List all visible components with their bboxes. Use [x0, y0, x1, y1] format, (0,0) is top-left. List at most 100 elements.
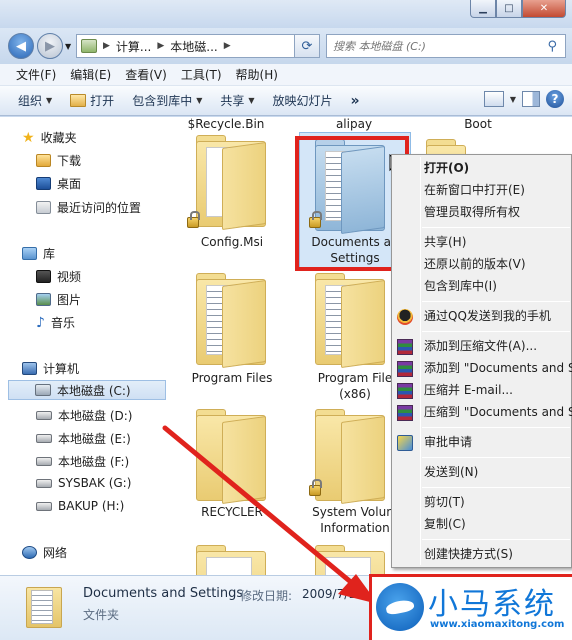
logo-url: www.xiaomaxitong.com [430, 619, 565, 630]
menu-item-include-in-library[interactable]: 包含到库中(I) [424, 275, 497, 297]
menu-item-share[interactable]: 共享(H) [424, 231, 466, 253]
menu-item-create-shortcut[interactable]: 创建快捷方式(S) [424, 543, 513, 565]
file-label: RECYCLER [201, 505, 263, 519]
share-label: 共享 [220, 94, 245, 108]
include-in-library-button[interactable]: 包含到库中 ▼ [132, 92, 202, 109]
file-item-program-files[interactable]: Program Files [174, 273, 290, 393]
address-bar[interactable]: ▶ 计算... ▶ 本地磁... ▶ [76, 34, 318, 58]
forward-button[interactable]: ▶ [37, 33, 63, 59]
menu-edit[interactable]: 编辑(E) [70, 66, 111, 83]
breadcrumb-computer[interactable]: 计算... [116, 38, 151, 55]
menu-item-open[interactable]: 打开(O) [424, 157, 469, 179]
nav-item-pictures[interactable]: 图片 [36, 291, 81, 308]
breadcrumb-local-disk[interactable]: 本地磁... [170, 38, 217, 55]
lock-icon [187, 211, 200, 228]
minimize-button[interactable]: ▁ [470, 0, 496, 18]
computer-icon [81, 39, 97, 53]
menu-item-take-ownership[interactable]: 管理员取得所有权 [424, 201, 520, 223]
nav-favorites[interactable]: ★ 收藏夹 [22, 129, 77, 146]
recent-pages-dropdown[interactable]: ▼ [65, 42, 71, 51]
crumb-separator-icon[interactable]: ▶ [103, 41, 110, 51]
menu-item-review-request[interactable]: 审批申请 [424, 431, 472, 453]
crumb-separator-icon[interactable]: ▶ [224, 41, 231, 51]
video-icon [36, 270, 51, 283]
back-arrow-icon: ◀ [16, 38, 26, 54]
winrar-icon [397, 361, 413, 377]
nav-label: 网络 [43, 546, 68, 560]
nav-item-videos[interactable]: 视频 [36, 268, 81, 285]
search-box[interactable]: ⚲ [326, 34, 566, 58]
search-input[interactable] [333, 39, 533, 53]
back-button[interactable]: ◀ [8, 33, 34, 59]
network-icon [22, 546, 37, 559]
music-note-icon: ♪ [36, 314, 45, 331]
nav-label: 桌面 [57, 177, 82, 191]
organize-button[interactable]: 组织 ▼ [18, 92, 52, 109]
file-label: Program Files [191, 371, 273, 385]
nav-label: 视频 [57, 270, 82, 284]
chevron-down-icon: ▼ [248, 96, 255, 105]
help-icon[interactable]: ? [546, 90, 564, 108]
nav-item-drive-e[interactable]: 本地磁盘 (E:) [36, 430, 131, 447]
share-button[interactable]: 共享 ▼ [220, 92, 254, 109]
drive-icon [36, 457, 52, 466]
details-file-name: Documents and Settings [83, 586, 244, 601]
menu-tools[interactable]: 工具(T) [181, 66, 222, 83]
more-commands-button[interactable]: » [351, 93, 360, 109]
winrar-icon [397, 339, 413, 355]
nav-computer[interactable]: 计算机 [22, 360, 79, 377]
menu-item-qq-send[interactable]: 通过QQ发送到我的手机 [424, 305, 551, 327]
pictures-icon [36, 293, 51, 306]
menu-item-send-to[interactable]: 发送到(N) [424, 461, 478, 483]
nav-item-downloads[interactable]: 下载 [36, 152, 81, 169]
file-item-config-msi[interactable]: Config.Msi [174, 135, 290, 275]
details-modified-value: 2009/7/14 [302, 587, 364, 601]
menu-item-open-new-window[interactable]: 在新窗口中打开(E) [424, 179, 525, 201]
chevron-down-icon[interactable]: ▼ [510, 95, 516, 104]
change-view-icon[interactable] [483, 91, 504, 107]
nav-libraries[interactable]: 库 [22, 245, 55, 262]
menu-item-add-archive[interactable]: 添加到压缩文件(A)... [424, 335, 537, 357]
nav-item-drive-c[interactable]: 本地磁盘 (C:) [8, 380, 166, 400]
drive-icon [36, 501, 52, 511]
nav-label: 计算机 [43, 362, 80, 376]
menu-item-add-to-rar[interactable]: 添加到 "Documents and S [424, 357, 572, 379]
slideshow-button[interactable]: 放映幻灯片 [273, 92, 333, 109]
logo-title: 小马系统 [428, 587, 556, 622]
nav-item-music[interactable]: ♪ 音乐 [36, 314, 75, 331]
menu-help[interactable]: 帮助(H) [236, 66, 278, 83]
file-item-alipay[interactable]: alipay [296, 117, 412, 132]
folder-icon [196, 545, 266, 575]
refresh-button[interactable]: ⟳ [294, 34, 320, 58]
menu-item-compress-email[interactable]: 压缩并 E-mail... [424, 379, 513, 401]
navigation-pane: ★ 收藏夹 下载 桌面 最近访问的位置 库 视频 图片 ♪ 音乐 计算机 本地磁盘 … [0, 117, 168, 575]
crumb-separator-icon[interactable]: ▶ [157, 41, 164, 51]
nav-network[interactable]: 网络 [22, 544, 67, 561]
nav-item-drive-h[interactable]: BAKUP (H:) [36, 499, 124, 513]
search-icon[interactable]: ⚲ [547, 39, 557, 54]
menu-item-cut[interactable]: 剪切(T) [424, 491, 465, 513]
menu-view[interactable]: 查看(V) [125, 66, 167, 83]
nav-item-drive-f[interactable]: 本地磁盘 (F:) [36, 453, 129, 470]
menu-file[interactable]: 文件(F) [16, 66, 56, 83]
preview-pane-icon[interactable] [522, 91, 540, 107]
file-item-boot[interactable]: Boot [420, 117, 536, 132]
menu-item-compress-to-rar[interactable]: 压缩到 "Documents and S [424, 401, 572, 423]
file-label: Config.Msi [200, 235, 264, 249]
menu-item-restore-previous[interactable]: 还原以前的版本(V) [424, 253, 526, 275]
nav-item-drive-d[interactable]: 本地磁盘 (D:) [36, 407, 132, 424]
recent-places-icon [36, 201, 51, 214]
file-item-recycler[interactable]: RECYCLER [174, 409, 290, 529]
context-menu: 打开(O) 在新窗口中打开(E) 管理员取得所有权 共享(H) 还原以前的版本(… [391, 154, 572, 568]
open-button[interactable]: 打开 [70, 92, 114, 109]
menu-separator [422, 331, 570, 332]
nav-item-recent-places[interactable]: 最近访问的位置 [36, 199, 141, 216]
menu-item-copy[interactable]: 复制(C) [424, 513, 466, 535]
toolbar-right: ▼ ? [483, 90, 564, 108]
file-item-recycle-bin[interactable]: $Recycle.Bin [168, 117, 284, 132]
maximize-button[interactable]: □ [496, 0, 522, 18]
nav-item-desktop[interactable]: 桌面 [36, 175, 81, 192]
close-button[interactable]: ✕ [522, 0, 566, 18]
folder-open-icon [70, 94, 87, 107]
nav-item-drive-g[interactable]: SYSBAK (G:) [36, 476, 131, 490]
